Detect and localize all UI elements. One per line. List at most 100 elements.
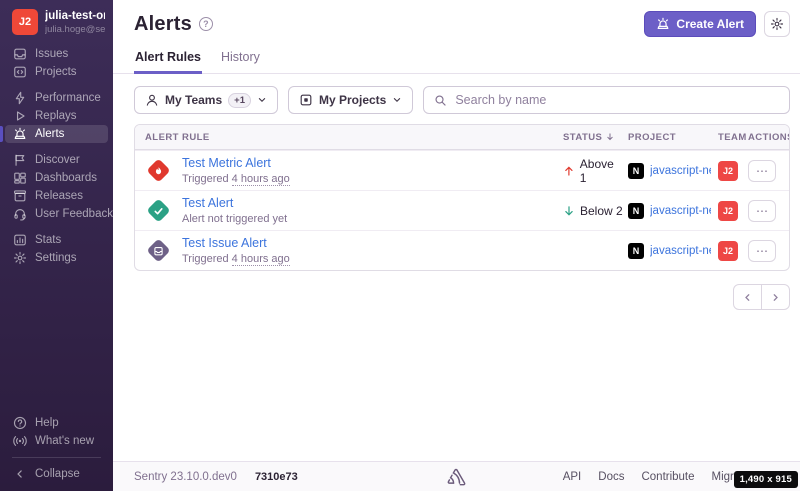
next-page-button[interactable] — [761, 284, 790, 310]
issue-alert-icon — [146, 238, 170, 262]
table-row: Test Issue Alert Triggered4 hours ago N … — [135, 230, 789, 270]
trend-up-icon — [563, 165, 575, 177]
sidebar-item-label: Discover — [35, 154, 80, 166]
nextjs-icon: N — [628, 163, 644, 179]
sidebar-item-alerts[interactable]: Alerts — [5, 125, 108, 143]
siren-icon — [656, 17, 670, 31]
trend-down-icon — [563, 205, 575, 217]
tab-history[interactable]: History — [220, 46, 261, 74]
project-cell: N javascript-nextjs — [623, 203, 711, 219]
sidebar-item-label: Replays — [35, 110, 77, 122]
sidebar-item-label: Collapse — [35, 468, 80, 480]
row-actions-button[interactable]: ⋯ — [748, 240, 776, 262]
create-alert-label: Create Alert — [676, 17, 744, 31]
org-switcher[interactable]: J2 julia-test-org-2 … julia.hoge@sentry.… — [0, 0, 113, 41]
dashboards-icon — [13, 171, 27, 185]
row-actions-button[interactable]: ⋯ — [748, 200, 776, 222]
sidebar-item-dashboards[interactable]: Dashboards — [5, 169, 108, 187]
previous-page-button[interactable] — [733, 284, 762, 310]
settings-icon — [13, 251, 27, 265]
alert-rule-link[interactable]: Test Alert — [182, 196, 290, 212]
viewport-size-badge: 1,490 x 915 — [734, 471, 798, 488]
sidebar-item-whats-new[interactable]: What's new — [5, 432, 108, 450]
sidebar-item-issues[interactable]: Issues — [5, 45, 108, 63]
org-name: julia-test-org-2 … — [45, 10, 105, 22]
alert-rule-subtitle: Triggered4 hours ago — [182, 173, 290, 185]
build-hash: 7310e73 — [255, 471, 298, 483]
create-alert-button[interactable]: Create Alert — [644, 11, 756, 37]
sidebar-item-settings[interactable]: Settings — [5, 249, 108, 267]
sidebar-item-discover[interactable]: Discover — [5, 151, 108, 169]
alert-rule-link[interactable]: Test Issue Alert — [182, 236, 290, 252]
performance-icon — [13, 91, 27, 105]
sidebar-item-label: Issues — [35, 48, 68, 60]
teams-filter-button[interactable]: My Teams +1 — [134, 86, 278, 114]
critical-alert-icon — [146, 158, 170, 182]
sidebar-collapse-button[interactable]: Collapse — [5, 465, 108, 483]
sentry-app: J2 julia-test-org-2 … julia.hoge@sentry.… — [0, 0, 800, 491]
sidebar-item-user-feedback[interactable]: User Feedback — [5, 205, 108, 223]
alert-rule-subtitle: Triggered4 hours ago — [182, 253, 290, 265]
teams-filter-label: My Teams — [165, 93, 222, 107]
table-row: Test Alert Alert not triggered yet Below… — [135, 190, 789, 230]
projects-icon — [13, 65, 27, 79]
column-header-status[interactable]: Status — [563, 132, 623, 143]
column-header-project: Project — [623, 132, 711, 143]
team-badge: J2 — [718, 241, 738, 261]
column-header-actions: Actions — [741, 132, 789, 143]
alert-status-icon-wrap — [145, 158, 171, 184]
alerts-settings-button[interactable] — [764, 11, 790, 37]
sidebar-item-replays[interactable]: Replays — [5, 107, 108, 125]
project-link[interactable]: javascript-nextjs — [650, 205, 711, 217]
sidebar-item-label: What's new — [35, 435, 94, 447]
filter-toolbar: My Teams +1 My Projects — [113, 74, 800, 124]
sort-desc-icon — [605, 132, 615, 142]
main-content: Alerts ? Create Alert Alert Rules Histor… — [113, 0, 800, 491]
sidebar-item-projects[interactable]: Projects — [5, 63, 108, 81]
page-title: Alerts — [134, 13, 192, 36]
footer-link-docs[interactable]: Docs — [598, 471, 624, 483]
time-ago-link[interactable]: 4 hours ago — [232, 253, 290, 266]
replays-icon — [13, 109, 27, 123]
alerts-icon — [13, 127, 27, 141]
alert-rule-text: Test Alert Alert not triggered yet — [182, 196, 290, 225]
title-help-icon[interactable]: ? — [199, 17, 213, 31]
sidebar-nav: Issues Projects Performance Replays Aler… — [0, 45, 113, 267]
sentry-logo-icon[interactable] — [447, 468, 467, 486]
table-header: Alert Rule Status Project Team Actions — [135, 125, 789, 150]
row-actions-button[interactable]: ⋯ — [748, 160, 776, 182]
project-cell: N javascript-nextjs — [623, 243, 711, 259]
footer-link-api[interactable]: API — [563, 471, 582, 483]
projects-filter-label: My Projects — [319, 93, 386, 107]
sidebar-item-performance[interactable]: Performance — [5, 89, 108, 107]
team-badge: J2 — [718, 161, 738, 181]
org-email: julia.hoge@sentry.io — [45, 24, 105, 35]
search-icon — [434, 94, 447, 107]
actions-cell: ⋯ — [741, 240, 789, 262]
status-cell: Above 1 — [563, 157, 623, 185]
team-cell: J2 — [711, 161, 741, 181]
alert-status-icon-wrap — [145, 198, 171, 224]
alert-rule-text: Test Metric Alert Triggered4 hours ago — [182, 156, 290, 185]
tab-alert-rules[interactable]: Alert Rules — [134, 46, 202, 74]
releases-icon — [13, 189, 27, 203]
time-ago-link[interactable]: 4 hours ago — [232, 173, 290, 186]
sidebar-item-label: User Feedback — [35, 208, 113, 220]
projects-filter-button[interactable]: My Projects — [288, 86, 413, 114]
sidebar: J2 julia-test-org-2 … julia.hoge@sentry.… — [0, 0, 113, 491]
project-link[interactable]: javascript-nextjs — [650, 165, 711, 177]
alert-rule-subtitle: Alert not triggered yet — [182, 213, 290, 225]
chevron-down-icon — [392, 95, 402, 105]
status-value: Below 2 — [580, 204, 623, 218]
sidebar-item-stats[interactable]: Stats — [5, 231, 108, 249]
status-value: Above 1 — [580, 157, 623, 185]
sidebar-item-releases[interactable]: Releases — [5, 187, 108, 205]
project-link[interactable]: javascript-nextjs — [650, 245, 711, 257]
alert-rule-link[interactable]: Test Metric Alert — [182, 156, 290, 172]
search-input[interactable] — [455, 93, 779, 107]
footer: Sentry 23.10.0.dev0 7310e73 API Docs Con… — [113, 461, 800, 491]
footer-link-contribute[interactable]: Contribute — [641, 471, 694, 483]
sidebar-item-help[interactable]: Help — [5, 414, 108, 432]
tab-bar: Alert Rules History — [113, 46, 800, 74]
chevron-right-icon — [770, 292, 781, 303]
